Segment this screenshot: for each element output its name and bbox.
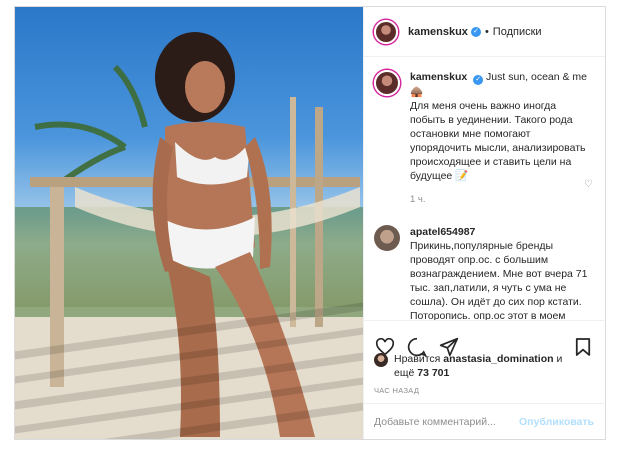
comment-like-icon[interactable]: ♡ (584, 179, 593, 190)
liker-username[interactable]: anastasia_domination (443, 353, 553, 365)
caption-body: Для меня очень важно иногда побыть в уед… (410, 100, 586, 182)
likes-connector: и (556, 353, 563, 365)
caption-text: kamenskux ✓ Just sun, ocean & me 🛖 Для м… (410, 70, 594, 207)
post-photo[interactable] (15, 7, 363, 439)
caption-short: Just sun, ocean & me (486, 71, 588, 83)
commenter-avatar[interactable] (374, 225, 400, 251)
post-dialog: kamenskux ✓ • Подписки kamenskux ✓ Just … (14, 6, 606, 440)
author-username[interactable]: kamenskux (408, 26, 468, 38)
memo-emoji-icon: 📝 (455, 170, 469, 182)
caption-avatar[interactable] (374, 70, 400, 96)
author-avatar[interactable] (374, 19, 398, 44)
likes-count[interactable]: 73 701 (417, 367, 449, 379)
post-header: kamenskux ✓ • Подписки (364, 7, 605, 57)
comment-item: apatel654987 Прикинь,популярные бренды п… (374, 225, 594, 320)
comments-list[interactable]: kamenskux ✓ Just sun, ocean & me 🛖 Для м… (364, 58, 604, 320)
verified-badge-icon: ✓ (470, 26, 481, 37)
comment-body: Прикинь,популярные бренды проводят опр.о… (410, 240, 588, 320)
separator-dot: • (484, 25, 489, 38)
post-sidebar: kamenskux ✓ • Подписки kamenskux ✓ Just … (363, 7, 605, 439)
publish-button[interactable]: Опубликовать (519, 416, 594, 428)
caption-time[interactable]: 1 ч. (410, 193, 594, 207)
photo-illustration (15, 32, 363, 439)
likes-prefix: Нравится (394, 353, 441, 365)
post-age[interactable]: ЧАС НАЗАД (374, 386, 419, 395)
comment-composer: Опубликовать (364, 403, 604, 439)
caption-verified-icon: ✓ (473, 75, 484, 85)
comment-input[interactable] (374, 415, 520, 428)
caption-username[interactable]: kamenskux (410, 71, 467, 83)
caption-item: kamenskux ✓ Just sun, ocean & me 🛖 Для м… (374, 70, 594, 207)
commenter-username[interactable]: apatel654987 (410, 226, 475, 238)
likes-more-prefix: ещё (394, 367, 415, 379)
following-button[interactable]: Подписки (493, 26, 542, 38)
likes-summary: Нравится anastasia_domination и ещё 73 7… (374, 352, 599, 380)
hut-emoji-icon: 🛖 (410, 86, 424, 98)
liker-avatar[interactable] (374, 353, 388, 367)
comment-text: apatel654987 Прикинь,популярные бренды п… (410, 225, 594, 320)
